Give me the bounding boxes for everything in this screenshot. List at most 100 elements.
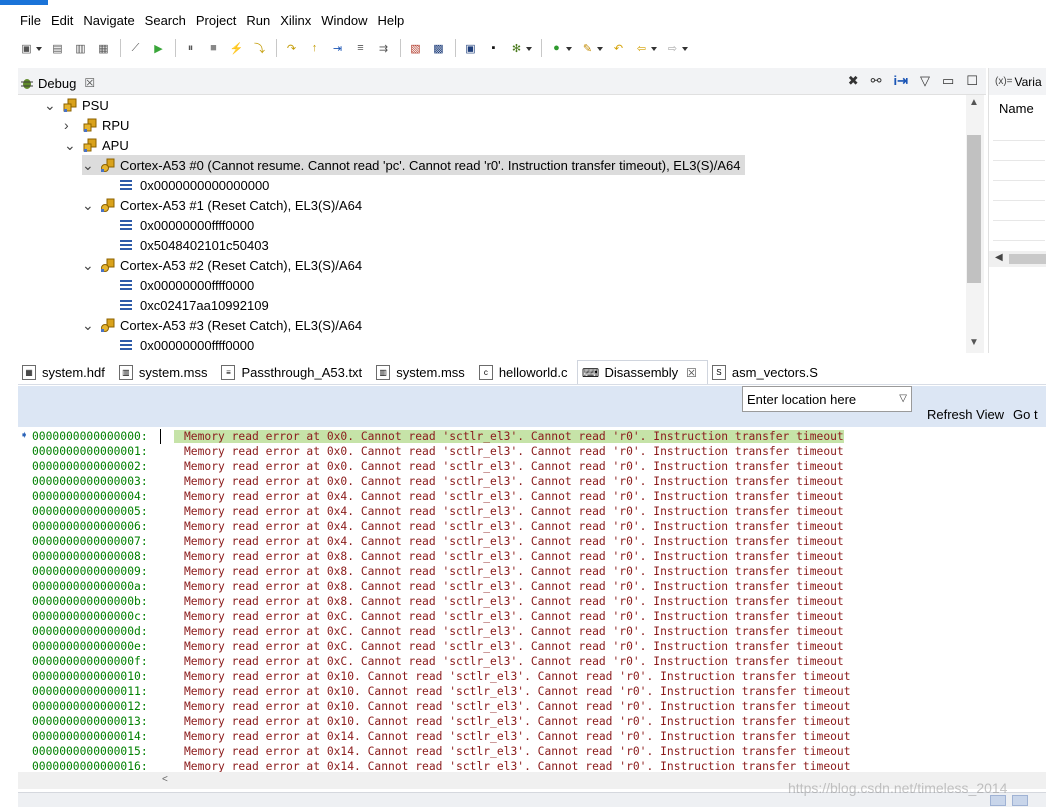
disassembly-row[interactable]: 0000000000000008: Memory read error at 0x… — [32, 550, 844, 565]
stack-frame-row[interactable]: 0x00000000ffff0000 — [120, 335, 254, 353]
disassembly-row[interactable]: 000000000000000c: Memory read error at 0x… — [32, 610, 844, 625]
location-input[interactable]: Enter location here ▽ — [742, 386, 912, 412]
tab-disassembly[interactable]: ⌨ Disassembly ☒ — [577, 360, 708, 384]
refresh-view-link[interactable]: Refresh View — [927, 407, 1004, 422]
disassembly-row[interactable]: 0000000000000007: Memory read error at 0x… — [32, 535, 844, 550]
disassembly-row[interactable]: 0000000000000003: Memory read error at 0x… — [32, 475, 844, 490]
scroll-left-icon[interactable]: ◀ — [995, 252, 1003, 263]
disassembly-row[interactable]: 0000000000000012: Memory read error at 0x… — [32, 700, 851, 715]
drop-to-frame-icon[interactable]: ⇉ — [375, 40, 392, 57]
step-into-icon[interactable]: ⤵ — [251, 40, 268, 57]
step-return-icon[interactable]: ↑ — [306, 40, 323, 57]
last-edit-icon[interactable]: ↶ — [610, 40, 627, 57]
view-menu-icon[interactable]: ▽ — [920, 73, 930, 89]
menu-search[interactable]: Search — [145, 13, 186, 28]
stack-frame-row[interactable]: 0x5048402101c50403 — [120, 235, 269, 255]
disassembly-row[interactable]: 000000000000000f: Memory read error at 0x… — [32, 655, 844, 670]
disassembly-row[interactable]: 000000000000000d: Memory read error at 0x… — [32, 625, 844, 640]
disassembly-row[interactable]: 000000000000000e: Memory read error at 0x… — [32, 640, 844, 655]
skip-breakpoints-icon[interactable]: ⟋ — [127, 40, 144, 57]
disassembly-row[interactable]: 0000000000000009: Memory read error at 0x… — [32, 565, 844, 580]
build-icon[interactable]: ▦ — [95, 40, 112, 57]
maximize-icon[interactable] — [1012, 795, 1028, 806]
target-row[interactable]: ⌄ PSU — [44, 95, 109, 115]
tab-helloworld-c[interactable]: c helloworld.c — [475, 360, 578, 384]
menu-edit[interactable]: Edit — [51, 13, 73, 28]
chevron-down-icon[interactable]: ⌄ — [82, 318, 94, 332]
external-tools-icon[interactable]: ✎ — [579, 40, 603, 57]
scroll-up-icon[interactable]: ▲ — [969, 97, 979, 108]
program-fpga-icon[interactable]: ▧ — [407, 40, 424, 57]
menu-project[interactable]: Project — [196, 13, 236, 28]
menu-file[interactable]: File — [20, 13, 41, 28]
disassembly-row[interactable]: 0000000000000015: Memory read error at 0x… — [32, 745, 851, 760]
save-all-icon[interactable]: ▥ — [72, 40, 89, 57]
tab-system-hdf[interactable]: ▦ system.hdf — [18, 360, 115, 384]
chevron-down-icon[interactable]: ⌄ — [44, 98, 56, 112]
menu-help[interactable]: Help — [378, 13, 405, 28]
new-icon[interactable]: ▣ — [18, 40, 42, 57]
terminate-icon[interactable]: ■ — [205, 40, 222, 57]
disassembly-row[interactable]: 000000000000000b: Memory read error at 0x… — [32, 595, 844, 610]
close-icon[interactable]: ☒ — [84, 76, 95, 90]
stack-frame-row[interactable]: 0x00000000ffff0000 — [120, 275, 254, 295]
disassembly-row[interactable]: 0000000000000006: Memory read error at 0x… — [32, 520, 844, 535]
menu-run[interactable]: Run — [246, 13, 270, 28]
tab-system-mss[interactable]: ▥ system.mss — [372, 360, 475, 384]
forward-icon[interactable]: ⇨ — [664, 40, 688, 57]
disassembly-row[interactable]: 0000000000000002: Memory read error at 0x… — [32, 460, 844, 475]
menu-window[interactable]: Window — [321, 13, 367, 28]
chevron-down-icon[interactable]: ▽ — [899, 393, 907, 404]
scroll-left-icon[interactable]: < — [162, 774, 168, 785]
tab-debug[interactable]: Debug ☒ — [20, 72, 95, 94]
tab-asm-vectors-s[interactable]: Sasm_vectors.S — [708, 360, 828, 384]
target-row[interactable]: ⌄ APU — [64, 135, 129, 155]
disassembly-row[interactable]: 0000000000000016: Memory read error at 0x… — [32, 760, 851, 772]
scrollbar-thumb[interactable] — [1009, 254, 1046, 264]
tab-passthrough-a53-txt[interactable]: ≡ Passthrough_A53.txt — [217, 360, 372, 384]
core-row[interactable]: ⌄ Cortex-A53 #0 (Cannot resume. Cannot re… — [82, 155, 745, 175]
resume-icon[interactable]: ▶ — [150, 40, 167, 57]
disassembly-row[interactable]: 0000000000000001: Memory read error at 0x… — [32, 445, 844, 460]
maximize-icon[interactable]: ☐ — [966, 73, 978, 89]
sdk-terminal-icon[interactable]: ▩ — [430, 40, 447, 57]
disassembly-row[interactable]: 0000000000000005: Memory read error at 0x… — [32, 505, 844, 520]
close-icon[interactable]: ☒ — [686, 366, 697, 380]
variables-horizontal-scrollbar[interactable]: ◀ — [989, 251, 1046, 267]
save-icon[interactable]: ▤ — [49, 40, 66, 57]
run-icon[interactable]: ● — [548, 40, 572, 57]
chevron-down-icon[interactable]: ⌄ — [64, 138, 76, 152]
xsct-console-icon[interactable]: ▣ — [462, 40, 479, 57]
core-row[interactable]: ⌄ Cortex-A53 #1 (Reset Catch), EL3(S)/A64 — [82, 195, 362, 215]
debug-vertical-scrollbar[interactable]: ▲ ▼ — [966, 95, 984, 353]
disassembly-row[interactable]: 000000000000000a: Memory read error at 0x… — [32, 580, 844, 595]
menu-navigate[interactable]: Navigate — [83, 13, 134, 28]
core-row[interactable]: ⌄ Cortex-A53 #3 (Reset Catch), EL3(S)/A64 — [82, 315, 362, 335]
debug-icon[interactable]: ✻ — [508, 40, 532, 57]
minimize-icon[interactable] — [990, 795, 1006, 806]
tab-variables[interactable]: (x)= Varia — [989, 68, 1046, 95]
chevron-down-icon[interactable]: ⌄ — [82, 198, 94, 212]
minimize-icon[interactable]: ▭ — [942, 73, 954, 89]
xmd-console-icon[interactable]: ▪ — [485, 40, 502, 57]
stack-frame-row[interactable]: 0xc02417aa10992109 — [120, 295, 269, 315]
target-row[interactable]: › RPU — [64, 115, 129, 135]
disassembly-row[interactable]: 0000000000000000: Memory read error at 0x… — [32, 430, 844, 445]
step-over-icon[interactable]: ↷ — [283, 40, 300, 57]
chevron-down-icon[interactable]: ⌄ — [82, 158, 94, 172]
stack-frame-row[interactable]: 0x0000000000000000 — [120, 175, 269, 195]
disassembly-row[interactable]: 0000000000000010: Memory read error at 0x… — [32, 670, 851, 685]
remove-all-terminated-icon[interactable]: ✖ — [848, 73, 859, 89]
stack-frame-row[interactable]: 0x00000000ffff0000 — [120, 215, 254, 235]
connect-icon[interactable]: ⚯ — [871, 73, 882, 89]
back-icon[interactable]: ⇦ — [633, 40, 657, 57]
instruction-step-mode-icon[interactable]: i⇥ — [894, 73, 909, 89]
disassembly-row[interactable]: 0000000000000011: Memory read error at 0x… — [32, 685, 851, 700]
variables-name-column-header[interactable]: Name — [999, 101, 1034, 116]
chevron-down-icon[interactable]: ⌄ — [82, 258, 94, 272]
go-to-link[interactable]: Go t — [1013, 407, 1038, 422]
chevron-right-icon[interactable]: › — [64, 118, 74, 132]
disassembly-row[interactable]: 0000000000000004: Memory read error at 0x… — [32, 490, 844, 505]
disassembly-row[interactable]: 0000000000000013: Memory read error at 0x… — [32, 715, 851, 730]
disassembly-row[interactable]: 0000000000000014: Memory read error at 0x… — [32, 730, 851, 745]
